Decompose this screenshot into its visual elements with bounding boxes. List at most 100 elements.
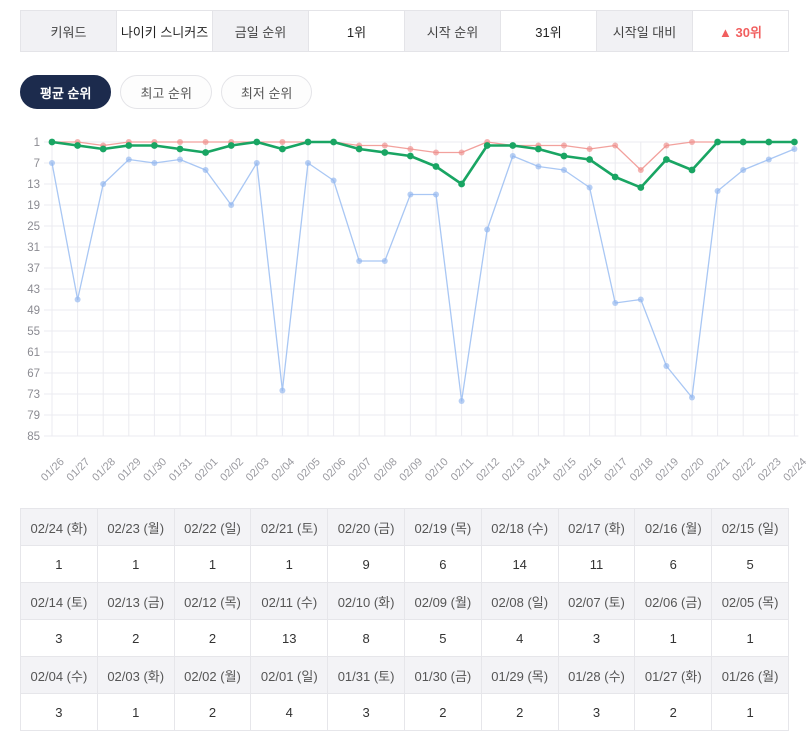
date-header-cell: 02/21 (토) xyxy=(251,509,328,546)
rank-type-tabs: 평균 순위 최고 순위 최저 순위 xyxy=(20,75,789,109)
daily-rank-table: 02/24 (화)02/23 (월)02/22 (일)02/21 (토)02/2… xyxy=(20,508,789,731)
data-point xyxy=(715,188,721,194)
tab-average-rank[interactable]: 평균 순위 xyxy=(20,75,111,109)
data-point xyxy=(382,258,388,264)
rank-value-cell: 3 xyxy=(558,694,635,731)
svg-text:49: 49 xyxy=(27,305,40,317)
svg-text:02/12: 02/12 xyxy=(474,456,502,482)
svg-text:02/02: 02/02 xyxy=(218,456,246,482)
svg-text:02/05: 02/05 xyxy=(295,456,323,482)
data-point xyxy=(305,139,312,146)
svg-text:02/18: 02/18 xyxy=(628,456,656,482)
data-point xyxy=(75,297,81,303)
rank-value-cell: 6 xyxy=(404,546,481,583)
svg-text:79: 79 xyxy=(27,410,40,422)
data-point xyxy=(612,300,618,306)
data-point xyxy=(382,143,388,149)
svg-text:7: 7 xyxy=(34,158,40,170)
data-point xyxy=(638,297,644,303)
data-point xyxy=(586,156,593,163)
data-point xyxy=(228,142,235,149)
rank-value-cell: 3 xyxy=(21,620,98,657)
tab-worst-rank[interactable]: 최저 순위 xyxy=(221,75,312,109)
data-point xyxy=(151,142,158,149)
data-point xyxy=(177,146,184,153)
rank-chart: 171319253137434955616773798501/2601/2701… xyxy=(12,130,809,482)
data-point xyxy=(791,146,797,152)
data-point xyxy=(612,174,619,181)
keyword-rank-panel: 키워드 나이키 스니커즈 금일 순위 1위 시작 순위 31위 시작일 대비 ▲… xyxy=(0,0,809,731)
data-point xyxy=(407,192,413,198)
svg-text:01/30: 01/30 xyxy=(141,456,169,482)
svg-text:01/31: 01/31 xyxy=(167,456,195,482)
rank-value-cell: 9 xyxy=(328,546,405,583)
rank-value-cell: 4 xyxy=(251,694,328,731)
data-point xyxy=(714,139,721,146)
svg-text:02/24: 02/24 xyxy=(781,456,809,482)
svg-text:25: 25 xyxy=(27,221,40,233)
svg-text:02/15: 02/15 xyxy=(551,456,579,482)
date-header-cell: 02/14 (토) xyxy=(21,583,98,620)
date-header-cell: 01/26 (월) xyxy=(712,657,789,694)
rank-value-cell: 2 xyxy=(404,694,481,731)
rank-value-cell: 1 xyxy=(712,694,789,731)
data-point xyxy=(612,143,618,149)
date-header-cell: 02/09 (월) xyxy=(404,583,481,620)
data-point xyxy=(689,395,695,401)
rank-value-cell: 5 xyxy=(404,620,481,657)
date-header-row: 02/04 (수)02/03 (화)02/02 (월)02/01 (일)01/3… xyxy=(21,657,789,694)
svg-text:1: 1 xyxy=(34,137,40,149)
date-header-cell: 02/24 (화) xyxy=(21,509,98,546)
rank-value-cell: 1 xyxy=(97,694,174,731)
date-header-cell: 02/16 (월) xyxy=(635,509,712,546)
svg-text:02/08: 02/08 xyxy=(372,456,400,482)
data-point xyxy=(279,388,285,394)
date-header-cell: 02/08 (일) xyxy=(481,583,558,620)
data-point xyxy=(535,146,542,153)
rank-value-cell: 2 xyxy=(481,694,558,731)
tab-best-rank[interactable]: 최고 순위 xyxy=(120,75,211,109)
svg-text:02/04: 02/04 xyxy=(269,456,297,482)
rank-value-cell: 1 xyxy=(97,546,174,583)
start-rank-value: 31위 xyxy=(500,11,596,51)
data-point xyxy=(663,143,669,149)
data-point xyxy=(740,167,746,173)
data-point xyxy=(561,143,567,149)
svg-text:01/28: 01/28 xyxy=(90,456,118,482)
date-header-cell: 02/05 (목) xyxy=(712,583,789,620)
date-header-cell: 02/12 (목) xyxy=(174,583,251,620)
data-point xyxy=(305,160,311,166)
data-point xyxy=(407,146,413,152)
svg-text:37: 37 xyxy=(27,263,40,275)
rank-value-cell: 2 xyxy=(174,620,251,657)
data-point xyxy=(49,139,56,146)
svg-text:02/09: 02/09 xyxy=(397,456,425,482)
rank-value-cell: 6 xyxy=(635,546,712,583)
data-point xyxy=(177,157,183,163)
data-point xyxy=(330,139,337,146)
data-point xyxy=(356,258,362,264)
date-header-cell: 01/30 (금) xyxy=(404,657,481,694)
svg-text:31: 31 xyxy=(27,242,40,254)
keyword-label: 키워드 xyxy=(21,11,116,51)
rank-value-cell: 2 xyxy=(174,694,251,731)
data-point xyxy=(458,181,465,188)
rank-value-cell: 1 xyxy=(635,620,712,657)
chart-container: 171319253137434955616773798501/2601/2701… xyxy=(12,130,789,487)
svg-text:02/23: 02/23 xyxy=(756,456,784,482)
date-header-cell: 02/23 (월) xyxy=(97,509,174,546)
data-point xyxy=(791,139,798,146)
svg-text:02/07: 02/07 xyxy=(346,456,374,482)
date-header-cell: 02/13 (금) xyxy=(97,583,174,620)
date-header-cell: 02/01 (일) xyxy=(251,657,328,694)
date-header-cell: 02/22 (일) xyxy=(174,509,251,546)
date-header-cell: 02/19 (목) xyxy=(404,509,481,546)
data-point xyxy=(254,160,260,166)
data-point xyxy=(561,167,567,173)
data-point xyxy=(126,157,132,163)
svg-text:02/11: 02/11 xyxy=(449,456,476,482)
rank-value-cell: 8 xyxy=(328,620,405,657)
data-point xyxy=(279,139,285,145)
date-header-cell: 01/29 (목) xyxy=(481,657,558,694)
svg-text:67: 67 xyxy=(27,368,40,380)
